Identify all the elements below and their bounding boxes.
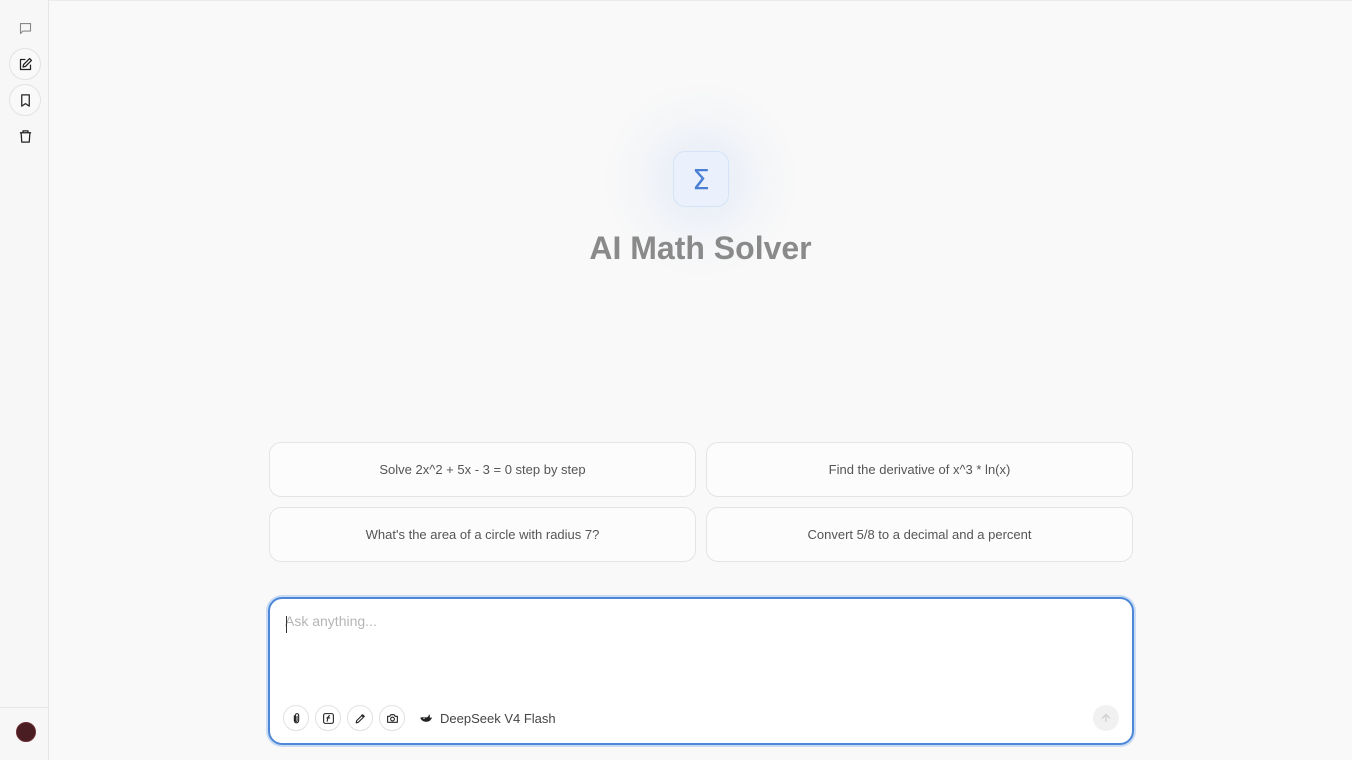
page-title: AI Math Solver [589, 230, 812, 266]
trash-icon [19, 129, 31, 143]
attach-button[interactable] [283, 705, 309, 731]
top-divider [49, 0, 1352, 1]
send-button[interactable] [1093, 705, 1119, 731]
sidebar [0, 0, 49, 760]
sidebar-divider [0, 707, 48, 708]
suggestion-chip[interactable]: Solve 2x^2 + 5x - 3 = 0 step by step [269, 442, 696, 497]
model-selector[interactable]: DeepSeek V4 Flash [419, 707, 556, 729]
message-input[interactable] [285, 613, 1105, 673]
camera-icon [386, 713, 398, 723]
chat-history-button[interactable] [9, 12, 41, 44]
bookmark-icon [20, 93, 30, 107]
new-chat-button[interactable] [9, 48, 41, 80]
paperclip-icon [293, 712, 299, 723]
function-icon [322, 712, 334, 724]
whale-icon [420, 713, 433, 722]
camera-button[interactable] [379, 705, 405, 731]
arrow-up-icon [1101, 713, 1111, 723]
draw-button[interactable] [347, 705, 373, 731]
suggestion-chip[interactable]: What's the area of a circle with radius … [269, 507, 696, 562]
suggestion-chip[interactable]: Find the derivative of x^3 * ln(x) [706, 442, 1133, 497]
suggestion-chip[interactable]: Convert 5/8 to a decimal and a percent [706, 507, 1133, 562]
message-composer: DeepSeek V4 Flash [268, 597, 1134, 745]
text-caret [286, 616, 287, 633]
avatar[interactable] [16, 722, 36, 742]
pen-icon [355, 713, 365, 723]
formula-button[interactable] [315, 705, 341, 731]
sigma-icon: Σ [673, 151, 729, 207]
message-square-icon [19, 22, 31, 34]
delete-button[interactable] [9, 120, 41, 152]
main-area: Σ AI Math Solver Solve 2x^2 + 5x - 3 = 0… [49, 0, 1352, 760]
bookmarks-button[interactable] [9, 84, 41, 116]
edit-icon [19, 57, 32, 70]
model-label: DeepSeek V4 Flash [440, 710, 556, 726]
